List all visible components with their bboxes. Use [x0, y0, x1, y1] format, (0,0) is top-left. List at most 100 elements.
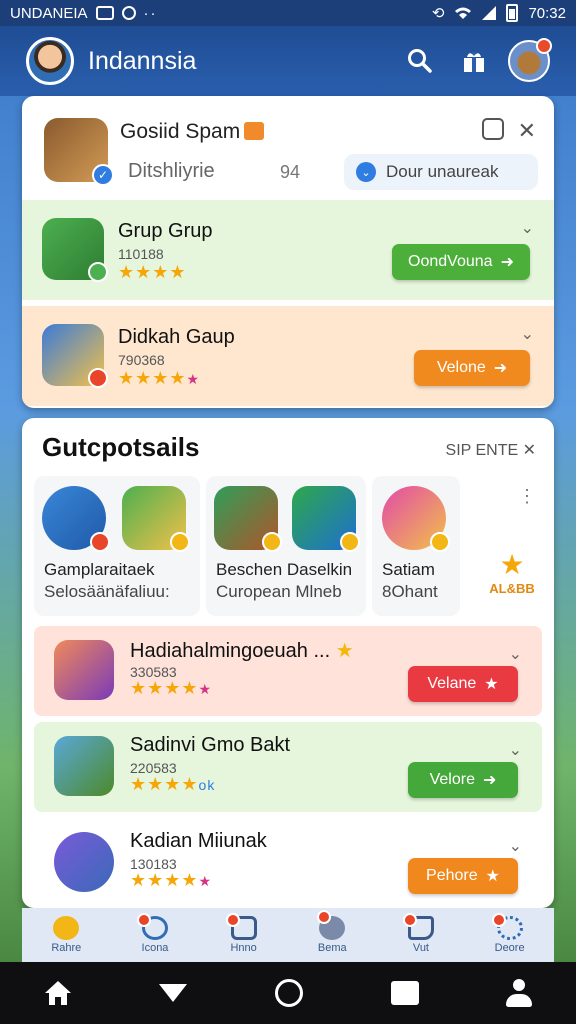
arrow-icon: ➜ — [482, 772, 497, 789]
promo-title-wrap: Gosiid Spam — [120, 120, 265, 144]
rating-stars: ★★★★★ — [130, 870, 212, 891]
friend-avatar[interactable] — [508, 38, 552, 82]
play-button[interactable]: OondVouna ➜ — [392, 244, 530, 280]
arrow-icon: ➜ — [493, 360, 508, 377]
close-icon[interactable]: ✕ — [518, 118, 536, 144]
clock: 70:32 — [528, 4, 566, 22]
tab-label: Rahre — [51, 942, 82, 954]
tab-hnno[interactable]: Hnno — [209, 913, 279, 954]
more-options-icon[interactable]: ⋮ — [518, 486, 536, 507]
see-all-label: SIP ENTE — [445, 442, 519, 459]
list-item[interactable]: Didkah Gaup 790368 ★★★★★ ⌄ Velone ➜ — [22, 306, 554, 406]
suggestion-list: Hadiahalmingoeuah ... ★ 330583 ★★★★★ ⌄ V… — [34, 626, 542, 908]
game-name: Didkah Gaup — [118, 326, 235, 348]
tile-subtitle: 8Ohant — [382, 582, 438, 601]
notification-badge — [536, 38, 552, 54]
game-thumbnail — [42, 218, 108, 282]
star-icon: ★ — [335, 640, 354, 662]
stars-text: ★★★★ — [130, 870, 199, 890]
game-icon — [382, 486, 450, 552]
tab-label: Icona — [141, 942, 169, 954]
play-button-label: Velore — [429, 771, 475, 788]
coin-icon — [170, 532, 190, 552]
chevron-down-icon[interactable]: ⌄ — [509, 740, 522, 760]
tab-label: Hnno — [230, 942, 257, 954]
recents-icon[interactable] — [390, 981, 419, 1005]
chevron-down-icon: ⌄ — [356, 162, 376, 182]
tile-title: Beschen Daselkin — [216, 560, 353, 579]
see-all-link[interactable]: SIP ENTE ✕ — [446, 440, 536, 460]
promo-pill-button[interactable]: ⌄ Dour unaureak — [344, 154, 538, 190]
stars-text: ★★★★ — [118, 368, 187, 388]
list-item[interactable]: Sadinvi Gmo Bakt 220583 ★★★★ok ⌄ Velore ➜ — [34, 722, 542, 812]
notification-badge — [491, 913, 506, 927]
tab-deore[interactable]: Deore — [475, 913, 545, 954]
profile-avatar[interactable] — [26, 37, 74, 85]
search-button[interactable] — [400, 41, 440, 81]
more-notifications-icon: ·· — [143, 4, 158, 22]
play-button-label: Velone — [436, 359, 486, 376]
home-icon[interactable] — [44, 980, 72, 1006]
vibrate-icon: ⟲ — [431, 5, 445, 22]
game-icon — [122, 486, 190, 552]
rating-stars: ★★★★★ — [130, 678, 212, 699]
promo-count: 94 — [280, 162, 301, 182]
reward-badge[interactable]: ★ AL&BB — [482, 548, 542, 596]
star-icon: ★ — [484, 676, 499, 693]
game-icon — [42, 486, 110, 552]
stars-extra: ★ — [198, 681, 213, 697]
tab-icona[interactable]: Icona — [120, 913, 190, 954]
shield-notification-icon — [121, 6, 136, 20]
rating-stars: ★★★★ok — [130, 774, 215, 795]
chevron-down-icon[interactable]: ⌄ — [521, 218, 534, 238]
notification-badge — [225, 913, 240, 927]
rating-stars: ★★★★ — [118, 262, 187, 283]
play-button[interactable]: Velone ➜ — [414, 350, 530, 386]
coin-icon — [53, 916, 80, 940]
app-title: Indannsia — [88, 46, 197, 75]
notification-badge — [317, 910, 332, 924]
suggestion-tile[interactable]: Satiam 8Ohant — [372, 476, 460, 616]
coin-icon — [430, 532, 450, 552]
game-icon — [214, 486, 282, 552]
gear-icon — [491, 913, 523, 940]
game-count: 110188 — [118, 246, 164, 262]
settings-icon[interactable] — [481, 118, 504, 140]
reward-label: AL&BB — [489, 581, 535, 596]
system-nav-bar — [0, 962, 576, 1024]
chevron-down-icon[interactable]: ⌄ — [509, 644, 522, 664]
list-item[interactable]: Grup Grup 110188 ★★★★ ⌄ OondVouna ➜ — [22, 200, 554, 300]
tab-bema[interactable]: Bema — [297, 910, 367, 954]
list-item[interactable]: Kadian Miiunak 130183 ★★★★★ ⌄ Pehore ★ — [34, 818, 542, 908]
puzzle-icon — [402, 913, 434, 940]
globe-icon — [317, 910, 346, 940]
game-count: 790368 — [118, 352, 165, 368]
gift-button[interactable] — [454, 41, 494, 81]
tab-vut[interactable]: Vut — [386, 913, 456, 954]
promo-game-thumbnail[interactable]: ✓ — [44, 118, 114, 186]
back-icon[interactable] — [159, 984, 188, 1002]
suggestion-tile[interactable]: Beschen Daselkin Curopean Mlneb — [206, 476, 366, 616]
play-button[interactable]: Pehore ★ — [408, 858, 518, 894]
status-bar: UNDANEIA ·· ⟲ 70:32 — [0, 0, 576, 26]
image-notification-icon — [95, 6, 114, 20]
play-button[interactable]: Velore ➜ — [408, 762, 518, 798]
suggestion-tile[interactable]: Gamplaraitaek Selosäänäfaliuu: — [34, 476, 200, 616]
game-name-text: Hadiahalmingoeuah ... — [130, 640, 331, 662]
tab-rahre[interactable]: Rahre — [31, 916, 101, 954]
game-thumbnail — [54, 736, 114, 796]
account-icon[interactable] — [506, 979, 533, 1007]
game-thumbnail — [54, 832, 114, 892]
stars-extra: ok — [198, 777, 216, 793]
chevron-down-icon[interactable]: ⌄ — [509, 836, 522, 856]
coin-icon — [340, 532, 360, 552]
stars-text: ★★★★ — [118, 262, 187, 282]
play-button[interactable]: Velane ★ — [408, 666, 518, 702]
chevron-down-icon[interactable]: ⌄ — [521, 324, 534, 344]
play-button-label: Pehore — [426, 867, 478, 884]
home-circle-icon[interactable] — [274, 979, 303, 1007]
list-item[interactable]: Hadiahalmingoeuah ... ★ 330583 ★★★★★ ⌄ V… — [34, 626, 542, 716]
notification-badge — [136, 913, 151, 927]
signal-icon — [482, 6, 497, 20]
rating-stars: ★★★★★ — [118, 368, 200, 389]
